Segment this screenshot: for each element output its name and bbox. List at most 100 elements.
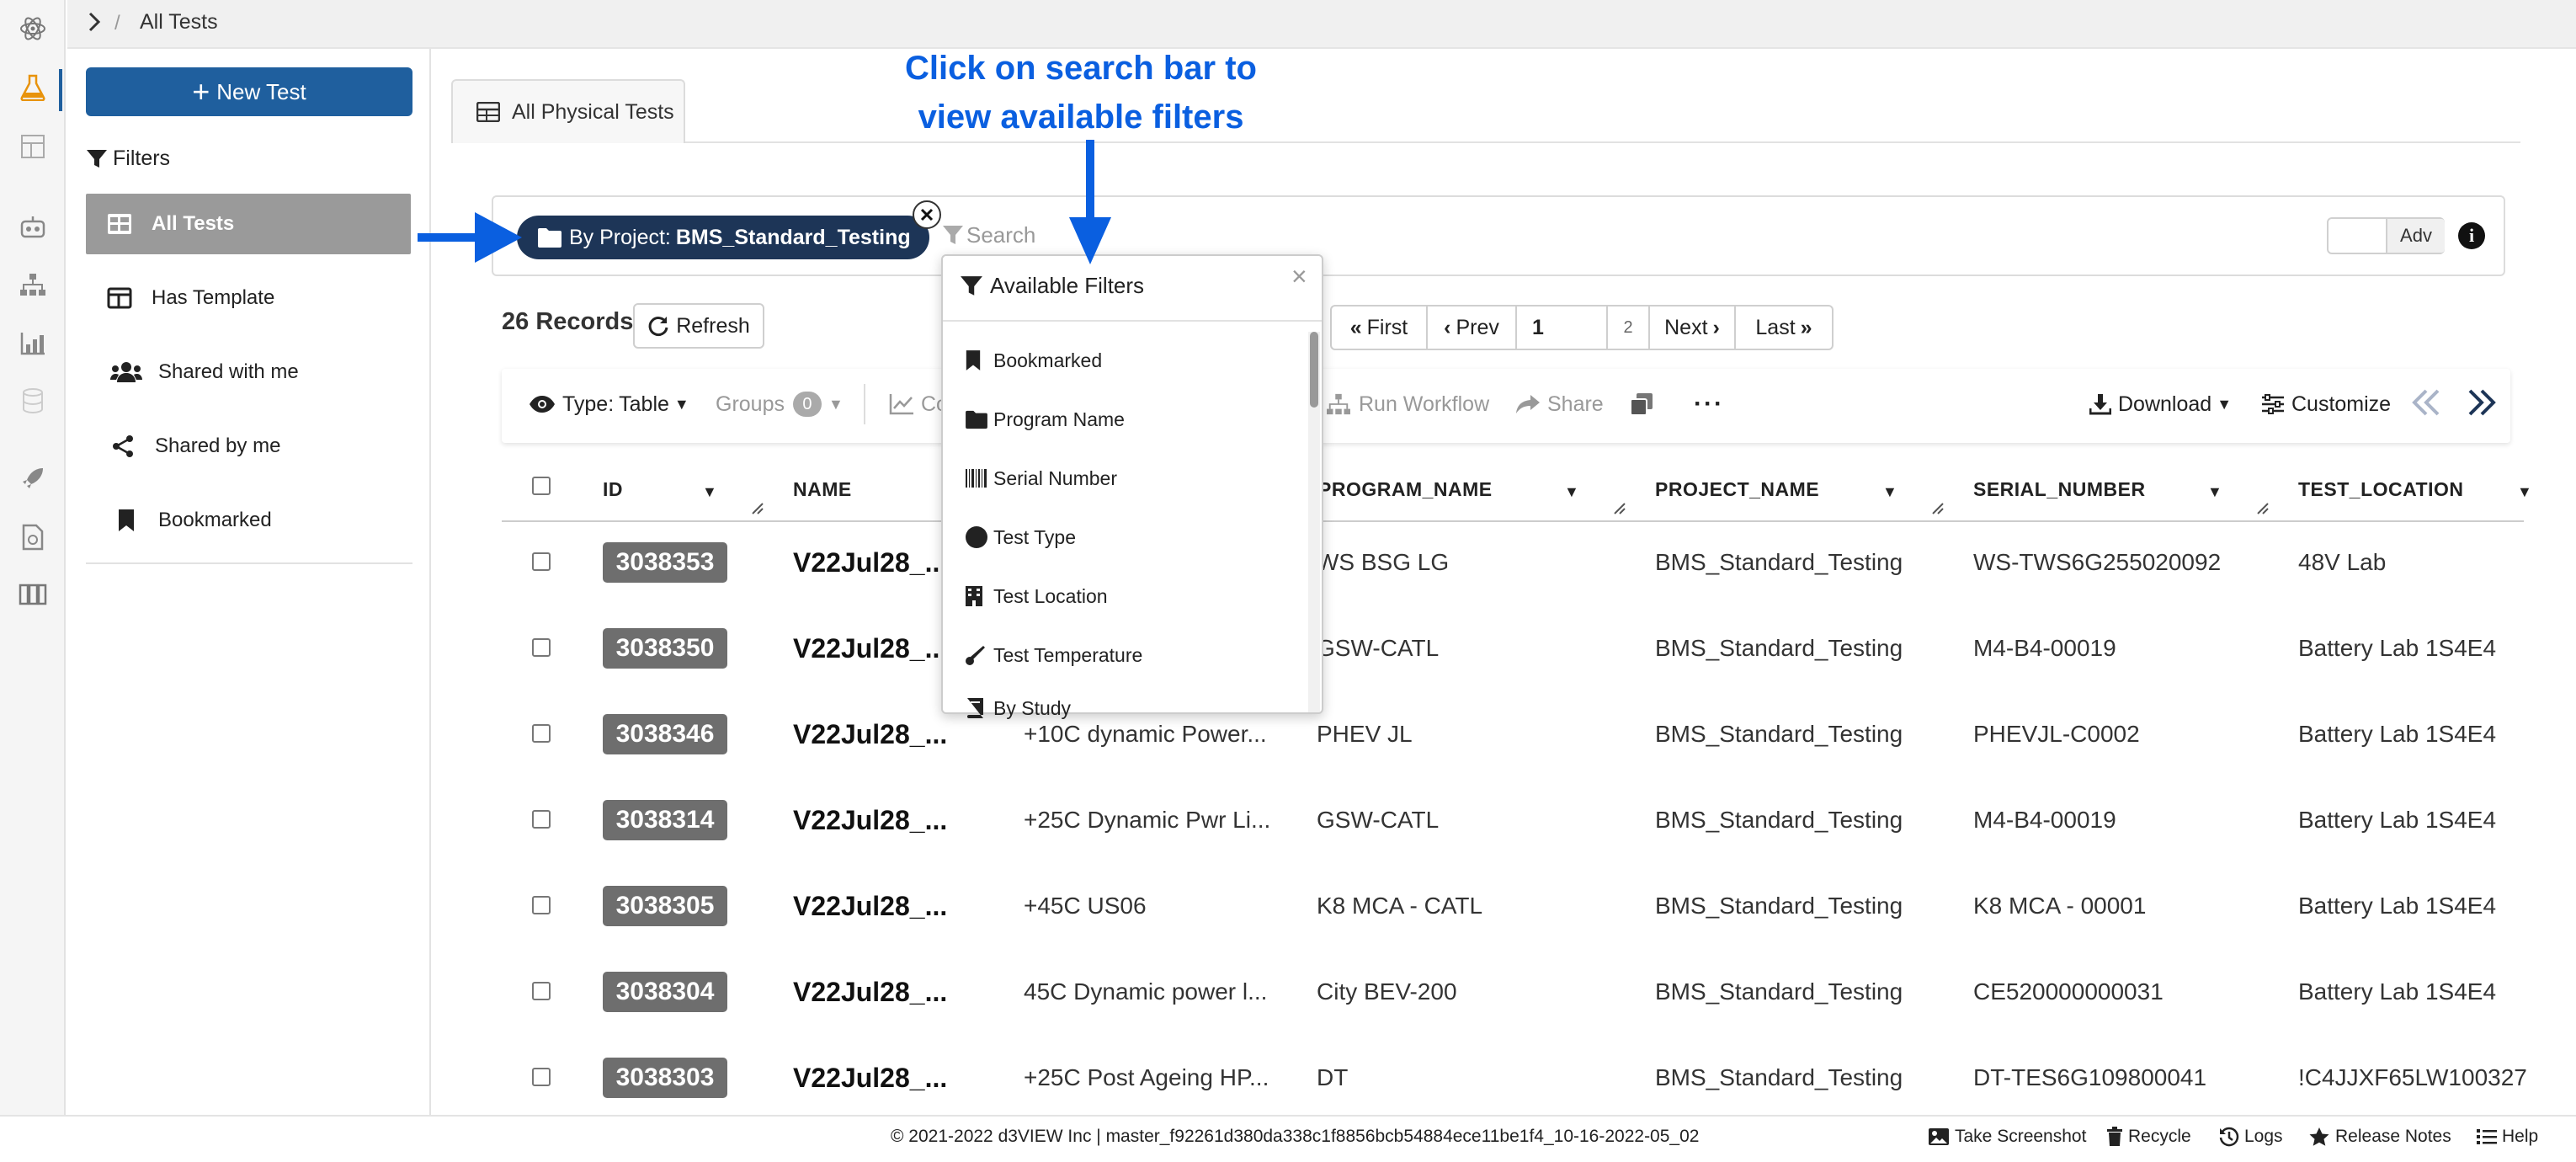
project-filter-chip[interactable]: By Project: BMS_Standard_Testing xyxy=(517,216,929,259)
scrollbar-track[interactable] xyxy=(1308,332,1320,712)
flask-icon[interactable] xyxy=(16,71,50,104)
share-button[interactable]: Share xyxy=(1515,387,1604,421)
caret-down-icon[interactable]: ▼ xyxy=(702,483,717,501)
filter-option-test-temperature[interactable]: Test Temperature xyxy=(965,638,1142,672)
sidebar-item-label: Shared with me xyxy=(158,360,299,383)
id-badge[interactable]: 3038346 xyxy=(603,714,727,754)
name-cell[interactable]: V22Jul28_... xyxy=(793,547,947,578)
robot-icon[interactable] xyxy=(16,211,50,244)
adv-toggle[interactable]: Adv xyxy=(2327,217,2445,254)
caret-down-icon[interactable]: ▼ xyxy=(1564,483,1579,501)
name-cell[interactable]: V22Jul28_... xyxy=(793,977,947,1008)
row-checkbox[interactable] xyxy=(532,1068,551,1086)
filter-option-label: By Study xyxy=(993,697,1072,719)
column-header-program-name[interactable]: PROGRAM_NAME xyxy=(1318,478,1493,505)
filter-option-by-study[interactable]: By Study xyxy=(965,697,1071,722)
rail-active-indicator xyxy=(59,69,62,111)
caret-down-icon[interactable]: ▼ xyxy=(2517,483,2532,501)
sidebar-item-shared-by-me[interactable]: Shared by me xyxy=(86,416,411,477)
sitemap-icon[interactable] xyxy=(16,268,50,301)
column-header-project-name[interactable]: PROJECT_NAME xyxy=(1655,478,1819,505)
row-checkbox[interactable] xyxy=(532,552,551,571)
sidebar-item-bookmarked[interactable]: Bookmarked xyxy=(86,490,411,551)
prev-page-button[interactable]: ‹ Prev xyxy=(1426,305,1517,350)
filter-option-bookmarked[interactable]: Bookmarked xyxy=(965,344,1102,377)
tab-all-physical-tests[interactable]: All Physical Tests xyxy=(451,79,685,143)
sidebar-item-all-tests[interactable]: All Tests xyxy=(86,194,411,254)
scrollbar-thumb[interactable] xyxy=(1310,332,1318,408)
select-all-checkbox[interactable] xyxy=(532,477,551,495)
groups-dropdown[interactable]: Groups 0 ▼ xyxy=(716,387,844,421)
search-input[interactable]: Search xyxy=(966,222,1035,248)
filter-option-program-name[interactable]: Program Name xyxy=(965,402,1125,436)
refresh-button[interactable]: Refresh xyxy=(633,303,764,349)
id-badge[interactable]: 3038304 xyxy=(603,972,727,1012)
row-checkbox[interactable] xyxy=(532,638,551,657)
name-cell[interactable]: V22Jul28_... xyxy=(793,719,947,750)
row-checkbox[interactable] xyxy=(532,982,551,1000)
info-icon[interactable]: i xyxy=(2458,222,2485,249)
column-resize-handle[interactable] xyxy=(1931,502,1945,515)
close-icon[interactable]: × xyxy=(1291,261,1307,292)
help-link[interactable]: Help xyxy=(2477,1127,2538,1147)
column-header-test-location[interactable]: TEST_LOCATION xyxy=(2298,478,2463,505)
customize-button[interactable]: Customize xyxy=(2261,387,2391,421)
chip-close-icon[interactable] xyxy=(913,200,941,229)
chevron-right-icon[interactable] xyxy=(86,10,103,34)
caret-down-icon: ▼ xyxy=(2217,395,2233,413)
filter-option-serial-number[interactable]: Serial Number xyxy=(965,461,1117,495)
id-badge[interactable]: 3038350 xyxy=(603,628,727,669)
name-cell[interactable]: V22Jul28_... xyxy=(793,1063,947,1094)
id-badge[interactable]: 3038305 xyxy=(603,886,727,926)
new-test-button[interactable]: + New Test xyxy=(86,67,412,116)
filters-heading: Filters xyxy=(86,147,170,171)
id-badge[interactable]: 3038303 xyxy=(603,1058,727,1098)
id-badge[interactable]: 3038314 xyxy=(603,800,727,840)
column-resize-handle[interactable] xyxy=(2256,502,2270,515)
search-field[interactable]: Search xyxy=(941,222,1035,248)
chart-button[interactable]: Co xyxy=(889,387,948,421)
column-resize-handle[interactable] xyxy=(1613,502,1626,515)
row-checkbox[interactable] xyxy=(532,896,551,914)
name-cell[interactable]: V22Jul28_... xyxy=(793,805,947,836)
row-checkbox[interactable] xyxy=(532,724,551,743)
column-header-id[interactable]: ID xyxy=(603,478,623,505)
collapse-left-icon[interactable] xyxy=(2409,386,2443,419)
atom-icon[interactable] xyxy=(16,12,50,45)
logs-link[interactable]: Logs xyxy=(2219,1127,2283,1147)
sidebar-item-shared-with-me[interactable]: Shared with me xyxy=(86,342,411,402)
copy-icon[interactable] xyxy=(1630,387,1653,421)
column-resize-handle[interactable] xyxy=(751,502,764,515)
chip-prefix: By Project: xyxy=(569,225,671,249)
type-dropdown[interactable]: Type: Table ▼ xyxy=(529,387,689,421)
page-input[interactable]: 1 xyxy=(1515,305,1608,350)
rocket-icon[interactable] xyxy=(16,461,50,495)
filter-option-test-location[interactable]: Test Location xyxy=(965,579,1108,613)
row-checkbox[interactable] xyxy=(532,810,551,829)
download-dropdown[interactable]: Download ▼ xyxy=(2089,387,2232,421)
database-icon[interactable] xyxy=(16,384,50,418)
id-badge[interactable]: 3038353 xyxy=(603,542,727,583)
name-cell[interactable]: V22Jul28_... xyxy=(793,891,947,922)
columns-icon[interactable] xyxy=(16,578,50,611)
layout-icon[interactable] xyxy=(16,130,50,163)
caret-down-icon[interactable]: ▼ xyxy=(2207,483,2222,501)
take-screenshot-link[interactable]: Take Screenshot xyxy=(1928,1127,2086,1147)
report-icon[interactable] xyxy=(16,520,50,554)
caret-down-icon[interactable]: ▼ xyxy=(1882,483,1897,501)
more-button[interactable]: ··· xyxy=(1694,387,1724,421)
run-workflow-button[interactable]: Run Workflow xyxy=(1325,387,1489,421)
sidebar-item-has-template[interactable]: Has Template xyxy=(86,268,411,328)
release-notes-link[interactable]: Release Notes xyxy=(2308,1127,2451,1147)
name-cell[interactable]: V22Jul28_... xyxy=(793,633,947,664)
recycle-link[interactable]: Recycle xyxy=(2106,1127,2191,1147)
expand-right-icon[interactable] xyxy=(2465,386,2499,419)
filter-option-test-type[interactable]: Test Type xyxy=(965,520,1076,554)
toolbar-divider xyxy=(864,384,865,424)
first-page-button[interactable]: «First xyxy=(1330,305,1428,350)
column-header-name[interactable]: NAME xyxy=(793,478,852,505)
column-header-serial-number[interactable]: SERIAL_NUMBER xyxy=(1973,478,2146,505)
next-page-button[interactable]: Next › xyxy=(1648,305,1736,350)
last-page-button[interactable]: Last» xyxy=(1734,305,1834,350)
chart-icon[interactable] xyxy=(16,327,50,360)
